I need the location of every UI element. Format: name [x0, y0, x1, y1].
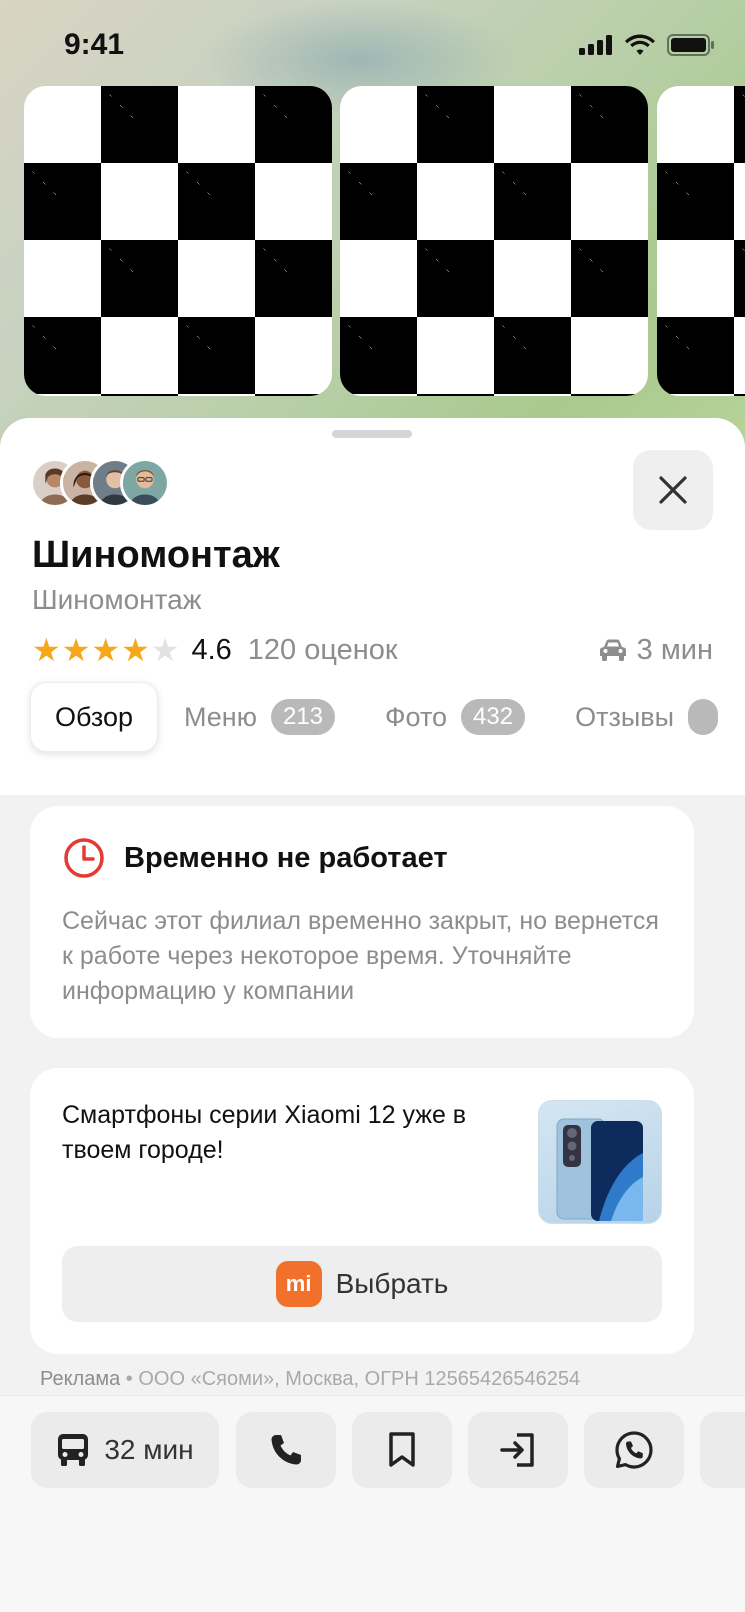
- sheet-grabber[interactable]: [332, 430, 412, 438]
- tab-reviews[interactable]: Отзывы: [551, 682, 742, 752]
- tab-menu[interactable]: Меню 213: [160, 682, 359, 752]
- status-bar: 9:41: [0, 0, 745, 92]
- car-icon: [599, 639, 626, 661]
- tab-label: Меню: [183, 701, 257, 732]
- ad-button-label: Выбрать: [335, 1268, 449, 1299]
- photo-gallery[interactable]: [24, 86, 745, 396]
- ad-choose-button[interactable]: mi Выбрать: [62, 1246, 662, 1322]
- action-bar: 32 мин: [0, 1395, 745, 1612]
- signal-icon: [579, 35, 612, 55]
- star-empty-icon: ★: [150, 632, 180, 668]
- clock-icon: [64, 838, 104, 878]
- call-button[interactable]: [236, 1412, 336, 1488]
- route-icon: [500, 1433, 534, 1467]
- tab-count-badge: 213: [270, 699, 336, 735]
- rating-value: 4.6: [191, 633, 232, 666]
- ad-disclaimer: Реклама • ООО «Сяоми», Москва, ОГРН 1256…: [40, 1368, 580, 1391]
- tab-count-badge: [688, 699, 718, 735]
- avatar: [120, 458, 170, 508]
- tab-label: Отзывы: [575, 701, 674, 732]
- ad-phone-image: [538, 1100, 662, 1224]
- place-photo[interactable]: [657, 86, 745, 396]
- drive-time-label: 3 мин: [636, 633, 713, 666]
- ad-legal-text: • ООО «Сяоми», Москва, ОГРН 125654265462…: [125, 1368, 581, 1390]
- whatsapp-button[interactable]: [584, 1412, 684, 1488]
- star-filled-icon: ★: [32, 632, 61, 668]
- status-time: 9:41: [64, 28, 125, 61]
- enter-route-button[interactable]: [468, 1412, 568, 1488]
- closed-title: Временно не работает: [124, 841, 448, 874]
- place-photo[interactable]: [24, 86, 332, 396]
- wifi-icon: [625, 34, 655, 55]
- temporarily-closed-card: Временно не работает Сейчас этот филиал …: [30, 806, 694, 1038]
- star-filled-icon: ★: [61, 632, 91, 668]
- place-header: Шиномонтаж Шиномонтаж ★ ★ ★ ★ ★ 4.6 120 …: [0, 418, 745, 795]
- xiaomi-logo-icon: mi: [275, 1261, 322, 1307]
- bookmark-icon: [389, 1432, 415, 1467]
- place-category: Шиномонтаж: [32, 584, 202, 615]
- rating-stars: ★ ★ ★ ★ ★: [32, 634, 179, 666]
- bookmark-button[interactable]: [352, 1412, 452, 1488]
- battery-icon: [667, 34, 714, 56]
- bus-icon: [58, 1434, 89, 1466]
- star-filled-icon: ★: [91, 632, 121, 668]
- ad-card[interactable]: Смартфоны серии Xiaomi 12 уже в твоем го…: [30, 1068, 694, 1354]
- rating-row[interactable]: ★ ★ ★ ★ ★ 4.6 120 оценок: [32, 630, 398, 670]
- tab-bar: Обзор Меню 213 Фото 432 Отзывы: [30, 682, 744, 752]
- transit-route-button[interactable]: 32 мин: [31, 1412, 219, 1488]
- transit-time-label: 32 мин: [104, 1434, 194, 1465]
- whatsapp-icon: [615, 1431, 653, 1469]
- star-filled-icon: ★: [121, 632, 150, 668]
- rating-count[interactable]: 120 оценок: [248, 634, 398, 667]
- closed-header: Временно не работает: [62, 836, 448, 880]
- closed-description: Сейчас этот филиал временно закрыт, но в…: [62, 907, 659, 1005]
- phone-icon: [271, 1435, 301, 1465]
- ad-label: Реклама: [40, 1368, 121, 1390]
- status-icons: [579, 34, 715, 56]
- ad-text: Смартфоны серии Xiaomi 12 уже в твоем го…: [62, 1101, 467, 1164]
- place-title: Шиномонтаж: [32, 534, 280, 576]
- place-photo[interactable]: [340, 86, 648, 396]
- tab-label: Фото: [385, 701, 448, 732]
- close-button[interactable]: [633, 450, 713, 530]
- more-actions-button[interactable]: [700, 1412, 745, 1488]
- close-icon: [659, 476, 687, 504]
- drive-time[interactable]: 3 мин: [599, 630, 713, 670]
- tab-count-badge: 432: [461, 699, 526, 735]
- tab-overview[interactable]: Обзор: [30, 682, 158, 752]
- tab-label: Обзор: [55, 701, 133, 732]
- phone-illustration: [556, 1118, 643, 1221]
- tab-photos[interactable]: Фото 432: [361, 682, 549, 752]
